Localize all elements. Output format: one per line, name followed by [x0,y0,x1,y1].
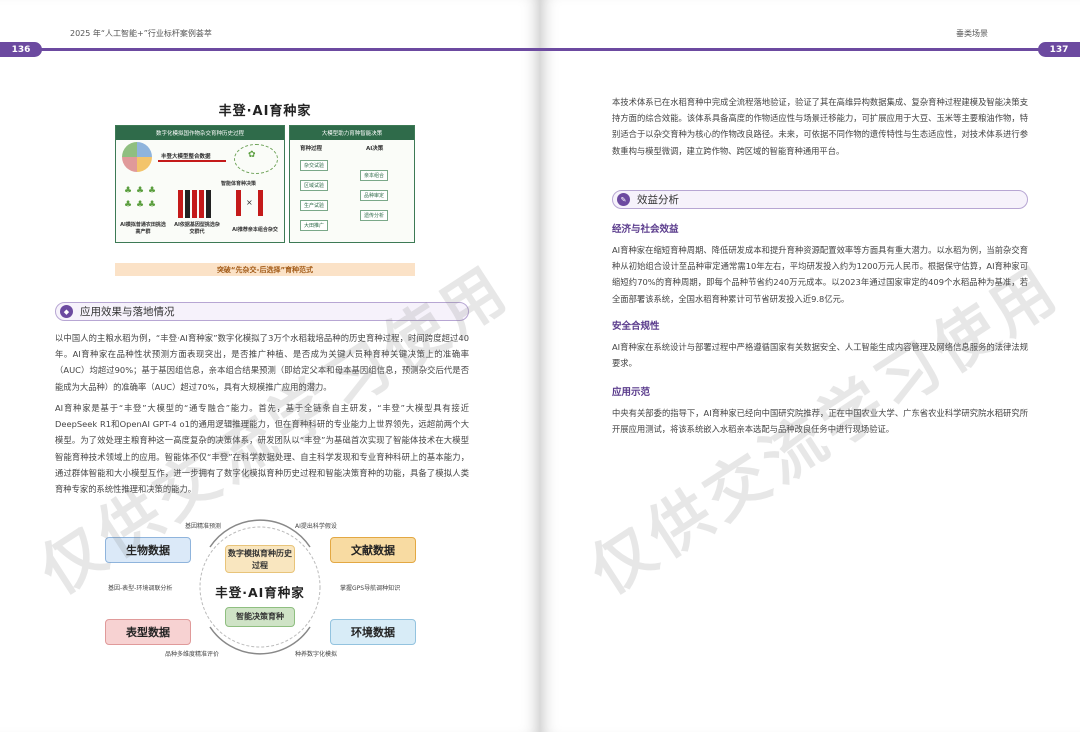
caption-a: AI模拟普通农田挑选高产群 [120,222,166,235]
decision-panel: 大模型助力育种智能决策 育种过程 AI决策 杂交试验 区域试验 生产试验 大田推… [289,125,415,243]
left-page-number: 136 [0,42,42,57]
parent-bar [236,190,241,216]
caption-top-right: AI提出科学假设 [295,523,337,530]
left-page: 2025 年“人工智能+”行业标杆案例荟萃 136 丰登·AI育种家 数字化模拟… [0,0,540,732]
core-arrow [158,160,226,162]
subtitle-demonstration: 应用示范 [612,387,651,398]
plant-icon: ♣ [148,200,157,210]
intro-paragraph: 本技术体系已在水稻育种中完成全流程落地验证，验证了其在高维异构数据集成、复杂育种… [612,97,1028,156]
process-step: 区域试验 [300,180,329,191]
panel-header: 数字化模拟国作物杂交育种历史过程 [116,126,284,140]
process-title: 育种过程 [300,146,323,152]
paragraph-1: 以中国人的主粮水稻为例，“丰登·AI育种家”数字化模拟了3万个水稻栽培品种的历史… [55,333,469,392]
data-wheel-icon [122,142,152,172]
plant-ring [234,144,278,174]
caption-b: AI依据基因型挑选杂交群代 [174,222,220,235]
ai-step: 品种审定 [360,190,389,201]
ai-title: AI决策 [366,146,384,152]
caption-c: AI推荐亲本组合杂交 [232,227,278,233]
left-header-title: 2025 年“人工智能+”行业标杆案例荟萃 [70,29,212,38]
panel-header: 大模型助力育种智能决策 [290,126,414,140]
demonstration-paragraph: 中央有关部委的指导下，AI育种家已经向中国研究院推荐，正在中国农业大学、广东省农… [612,408,1028,435]
genotype-bar [178,190,183,218]
history-simulation-panel: 数字化模拟国作物杂交育种历史过程 丰登大模型整合数据 ✿ 智能体育种决策 ♣ ♣… [115,125,285,243]
process-step: 生产试验 [300,200,329,211]
chart-icon: ✎ [617,193,630,206]
plant-icon: ♣ [124,200,133,210]
genotype-bar [185,190,190,218]
bio-data-box: 生物数据 [105,537,191,563]
breeding-diagram-figure: 丰登·AI育种家 数字化模拟国作物杂交育种历史过程 丰登大模型整合数据 ✿ 智能… [115,100,415,278]
paragraph-2: AI育种家是基于“丰登”大模型的“通专融合”能力。首先，基于全链条自主研发，“丰… [55,403,469,495]
rice-plant-icon: ✿ [248,150,256,160]
center-title: 丰登·AI育种家 [215,585,305,600]
ai-step: 亲本组合 [360,170,389,181]
section-title: 效益分析 [637,194,679,206]
section-header-application: ◆ 应用效果与落地情况 [55,302,469,321]
genotype-bar [192,190,197,218]
data-integration-diagram: 基因精准预测 AI提出科学假设 生物数据 文献数据 基因-表型-环境调联分析 掌… [100,515,420,665]
plant-icon: ♣ [136,200,145,210]
right-page: 垂类场景 137 本技术体系已在水稻育种中完成全流程落地验证，验证了其在高维异构… [540,0,1080,732]
right-header-rule [540,48,1080,51]
caption-bottom-left: 品种多维度精准评价 [165,651,220,658]
section-header-benefit: ✎ 效益分析 [612,190,1028,209]
caption-bottom-right: 种养数字化模拟 [295,651,338,658]
plant-icon: ♣ [148,186,157,196]
phenotype-data-box: 表型数据 [105,619,191,645]
core-label: 丰登大模型整合数据 [161,154,211,160]
plant-icon: ♣ [136,186,145,196]
paradigm-banner: 突破“先杂交-后选择”育种范式 [115,263,415,276]
section-title: 应用效果与落地情况 [80,306,175,318]
environment-data-box: 环境数据 [330,619,416,645]
history-simulation-box: 数字模拟育种历史过程 [225,545,295,573]
figure-title: 丰登·AI育种家 [218,104,312,119]
smart-decision-box: 智能决策育种 [225,607,295,627]
process-step: 大田推广 [300,220,329,231]
ai-step: 遗传分析 [360,210,389,221]
subtitle-compliance: 安全合规性 [612,321,660,332]
right-page-number: 137 [1038,42,1080,57]
caption-top-left: 基因精准预测 [185,523,222,530]
parent-bar [258,190,263,216]
cross-symbol: × [246,198,253,207]
plant-icon: ♣ [124,186,133,196]
genotype-bar [206,190,211,218]
process-step: 杂交试验 [300,160,329,171]
genotype-bar [199,190,204,218]
left-header-rule [0,48,540,51]
cube-icon: ◆ [60,305,73,318]
economic-paragraph: AI育种家在缩短育种周期、降低研发成本和提升育种资源配置效率等方面具有重大潜力。… [612,245,1028,304]
literature-data-box: 文献数据 [330,537,416,563]
subtitle-economic: 经济与社会效益 [612,224,679,235]
right-header-title: 垂类场景 [956,29,988,38]
compliance-paragraph: AI育种家在系统设计与部署过程中严格遵循国家有关数据安全、人工智能生成内容管理及… [612,342,1028,369]
decision-label: 智能体育种决策 [221,181,257,187]
caption-mid-right: 掌握GPS导航调种知识 [340,585,401,592]
caption-mid-left: 基因-表型-环境调联分析 [108,585,173,592]
